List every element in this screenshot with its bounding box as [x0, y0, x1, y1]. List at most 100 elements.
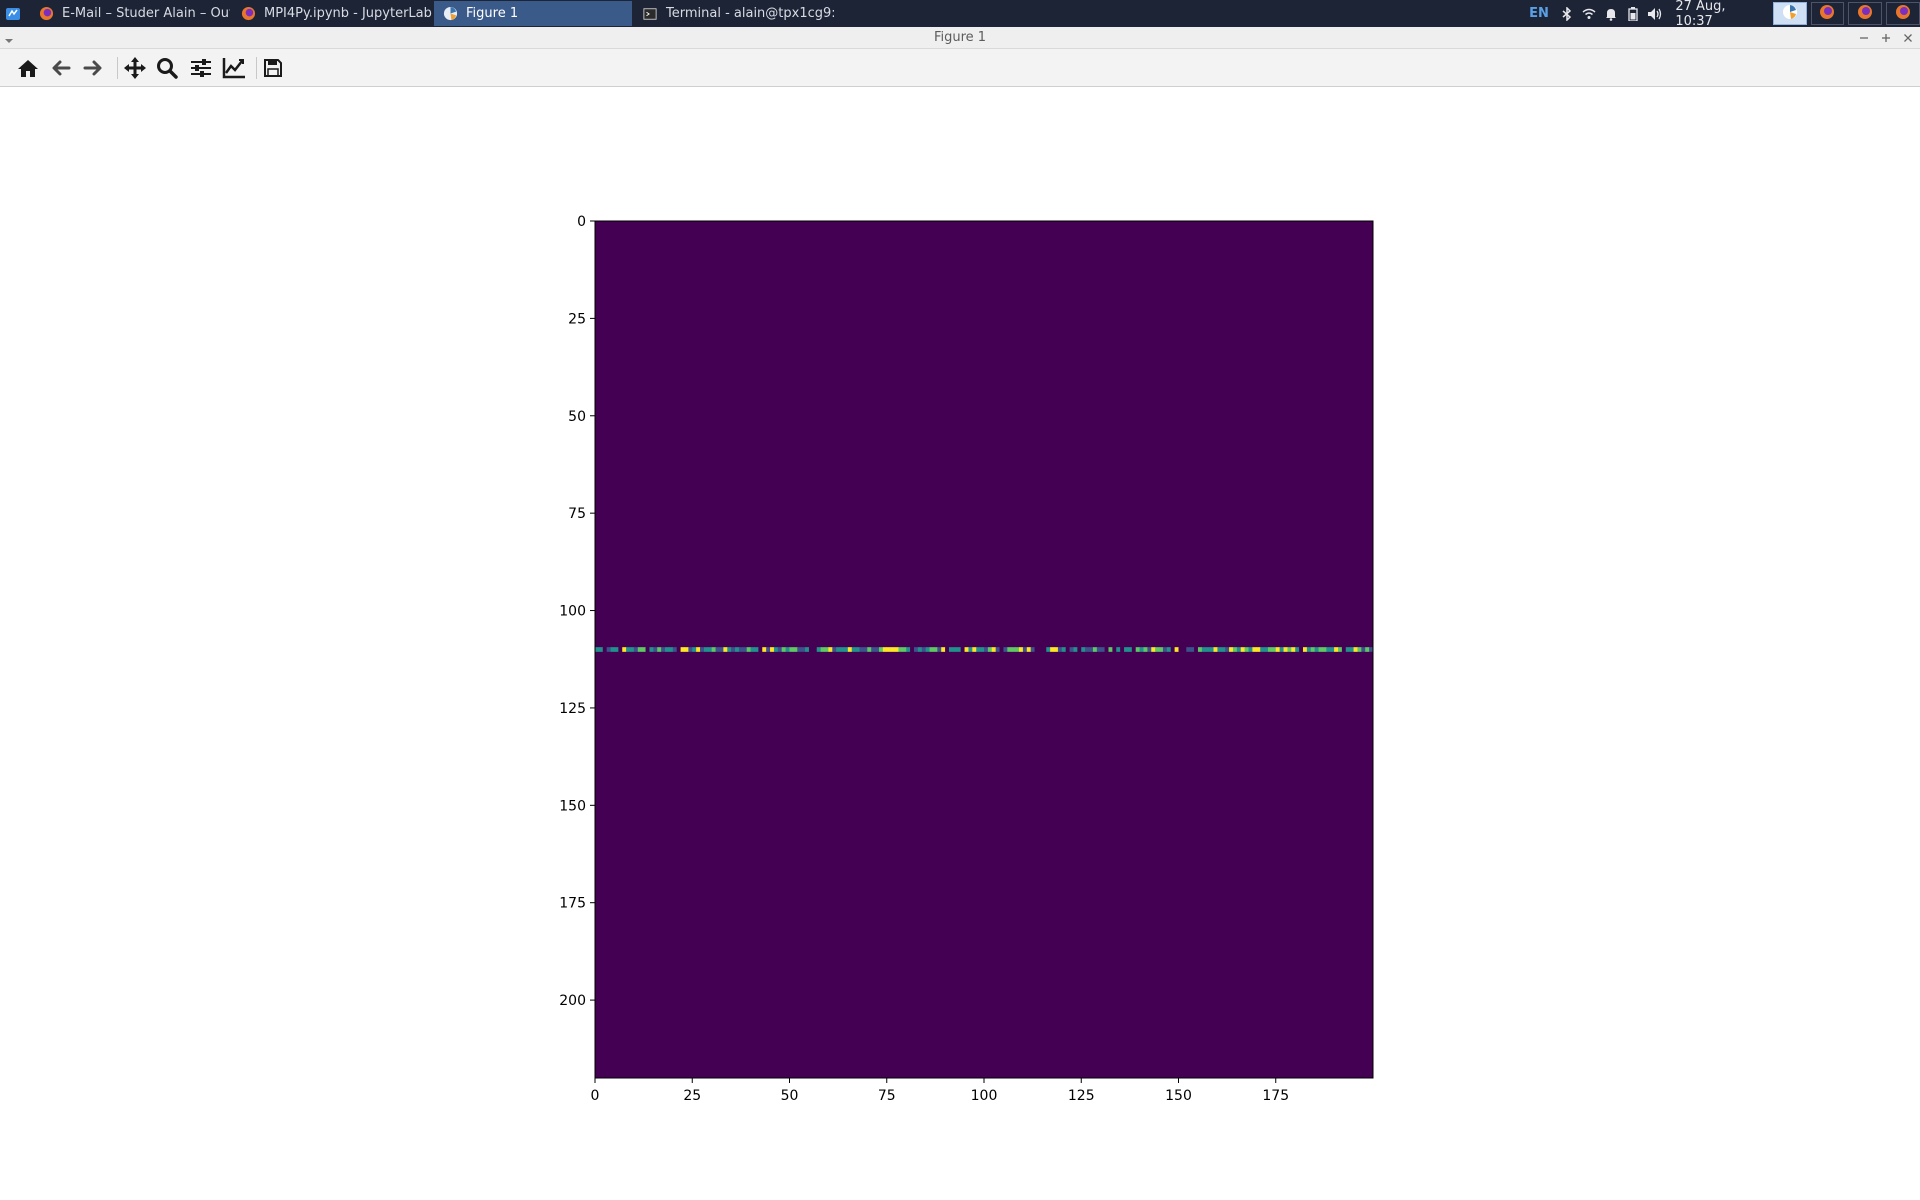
heatmap-chart[interactable]: 0 25 50 75 100 125 150 175 0 25 50 75 100 125 150 175 20…	[0, 87, 1920, 1200]
tray-app-firefox-2[interactable]	[1848, 2, 1883, 25]
heatmap-cell	[1197, 647, 1203, 652]
application-menu-button[interactable]	[3, 4, 23, 23]
heatmap-cell	[1042, 647, 1047, 652]
heatmap-cell	[980, 647, 985, 652]
heatmap-cell	[785, 647, 790, 652]
heatmap-cell	[1186, 647, 1191, 652]
heatmap-cell	[824, 647, 829, 652]
heatmap-cell	[855, 647, 860, 652]
heatmap-cell	[754, 647, 759, 652]
heatmap-cell	[894, 647, 899, 652]
heatmap-cell	[820, 647, 825, 652]
heatmap-cell	[808, 647, 814, 652]
minimize-button[interactable]	[1855, 29, 1873, 47]
close-icon	[1904, 34, 1912, 42]
heatmap-cell	[657, 647, 662, 652]
configure-subplots-button[interactable]	[186, 54, 216, 82]
heatmap-cell	[987, 647, 993, 652]
heatmap-cell	[1077, 647, 1082, 652]
close-button[interactable]	[1899, 29, 1917, 47]
heatmap-cell	[851, 647, 856, 652]
heatmap-cell	[1085, 647, 1090, 652]
edit-axes-button[interactable]	[219, 54, 249, 82]
heatmap-cell	[1011, 647, 1016, 652]
heatmap-cell	[956, 647, 961, 652]
tray-app-firefox-3[interactable]	[1886, 2, 1920, 25]
heatmap-cell	[984, 647, 989, 652]
window-titlebar[interactable]: Figure 1	[0, 27, 1920, 49]
task-email[interactable]: E-Mail – Studer Alain – Outlo...	[30, 1, 230, 26]
heatmap-cell	[1365, 647, 1370, 652]
bluetooth-icon[interactable]	[1556, 0, 1578, 27]
heatmap-cell	[1314, 647, 1319, 652]
y-tick-label: 125	[559, 701, 586, 717]
heatmap-cell	[614, 647, 619, 652]
heatmap-cell	[645, 647, 650, 652]
heatmap-cell	[1357, 647, 1362, 652]
heatmap-cell	[1221, 647, 1226, 652]
heatmap-cell	[1003, 647, 1008, 652]
top-panel: E-Mail – Studer Alain – Outlo... MPI4Py.…	[0, 0, 1920, 29]
maximize-button[interactable]	[1877, 29, 1895, 47]
heatmap-cell	[836, 647, 841, 652]
heatmap-cell	[1112, 647, 1117, 652]
heatmap-cell	[1026, 647, 1031, 652]
heatmap-cell	[630, 647, 635, 652]
heatmap-cell	[711, 647, 716, 652]
window-title: Figure 1	[933, 30, 987, 45]
forward-button[interactable]	[78, 54, 108, 82]
zoom-button[interactable]	[152, 54, 182, 82]
heatmap-cell	[1194, 647, 1199, 652]
heatmap-cell	[991, 647, 996, 652]
heatmap-cell	[945, 647, 950, 652]
figure-canvas[interactable]: 0 25 50 75 100 125 150 175 0 25 50 75 100 125 150 175 20…	[0, 87, 1920, 1200]
y-tick-label: 150	[559, 798, 586, 814]
task-jupyterlab[interactable]: MPI4Py.ipynb - JupyterLab ...	[232, 1, 432, 26]
heatmap-cell	[1322, 647, 1327, 652]
heatmap-cell	[738, 647, 744, 652]
heatmap-cell	[1252, 647, 1257, 652]
heatmap-cell	[1310, 647, 1315, 652]
heatmap-cell	[1267, 647, 1273, 652]
clock[interactable]: 27 Aug, 10:37	[1675, 0, 1766, 29]
heatmap-cell	[1151, 647, 1156, 652]
heatmap-cell	[680, 647, 685, 652]
heatmap-cell	[847, 647, 853, 652]
firefox-icon	[240, 6, 256, 22]
heatmap-cell	[641, 647, 646, 652]
tray-app-matplotlib[interactable]	[1772, 2, 1807, 25]
battery-icon[interactable]	[1622, 0, 1644, 27]
heatmap-cell	[1069, 647, 1074, 652]
task-figure-1[interactable]: Figure 1	[434, 1, 632, 26]
heatmap-cell	[1100, 647, 1105, 652]
heatmap-cell	[1182, 647, 1187, 652]
notification-bell-icon[interactable]	[1600, 0, 1622, 27]
save-button[interactable]	[258, 54, 288, 82]
matplotlib-icon	[442, 6, 458, 22]
figure-toolbar	[0, 49, 1920, 87]
heatmap-cell	[676, 647, 681, 652]
task-terminal[interactable]: Terminal - alain@tpx1cg9: ~/...	[634, 1, 834, 26]
heatmap-cell	[1065, 647, 1070, 652]
keyboard-layout[interactable]: EN	[1528, 0, 1550, 27]
tray-app-firefox-1[interactable]	[1810, 2, 1845, 25]
configure-subplots-icon	[191, 59, 211, 77]
heatmap-cell	[937, 647, 942, 652]
heatmap-cell	[1155, 647, 1160, 652]
pan-button[interactable]	[120, 54, 150, 82]
heatmap-cell	[665, 647, 670, 652]
heatmap-cell	[910, 647, 915, 652]
heatmap-cell	[863, 647, 868, 652]
heatmap-cell	[684, 647, 689, 652]
volume-icon[interactable]	[1643, 0, 1667, 27]
y-tick-label: 25	[568, 311, 586, 327]
heatmap-cell	[1096, 647, 1101, 652]
home-button[interactable]	[13, 54, 43, 82]
heatmap-cell	[941, 647, 946, 652]
heatmap-cell	[972, 647, 977, 652]
heatmap-cell	[649, 647, 654, 652]
heatmap-cell	[1299, 647, 1304, 652]
heatmap-cell	[1120, 647, 1125, 652]
back-button[interactable]	[46, 54, 76, 82]
wifi-icon[interactable]	[1578, 0, 1600, 27]
